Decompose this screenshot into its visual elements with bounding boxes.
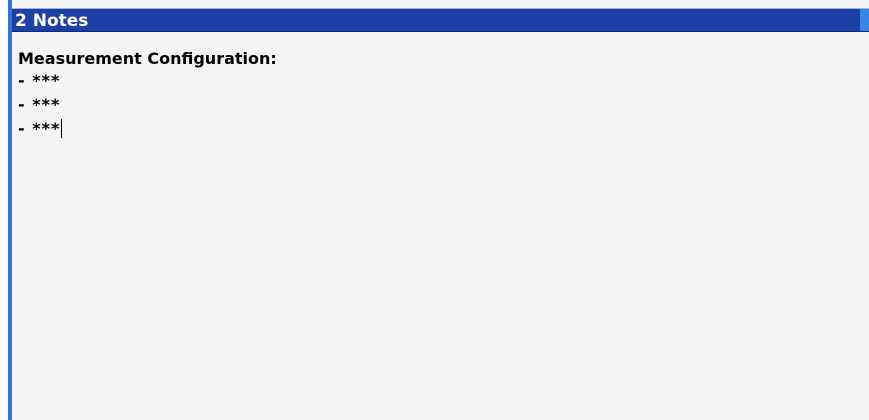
note-line-1-text: - *** [18, 71, 61, 90]
panel-title-bar[interactable]: 2 Notes [12, 8, 869, 32]
title-bar-accent [860, 9, 869, 31]
notes-text-area[interactable]: Measurement Configuration: - *** - *** -… [12, 32, 869, 420]
note-line-3-text: - *** [18, 119, 61, 138]
note-line-1: - *** [18, 69, 869, 93]
note-line-2: - *** [18, 93, 869, 117]
text-caret [61, 119, 63, 138]
note-line-3: - *** [18, 117, 869, 141]
note-line-2-text: - *** [18, 95, 61, 114]
panel-title: 2 Notes [15, 11, 89, 31]
notes-window: 2 Notes Measurement Configuration: - ***… [8, 0, 869, 420]
notes-heading: Measurement Configuration: [18, 49, 277, 68]
